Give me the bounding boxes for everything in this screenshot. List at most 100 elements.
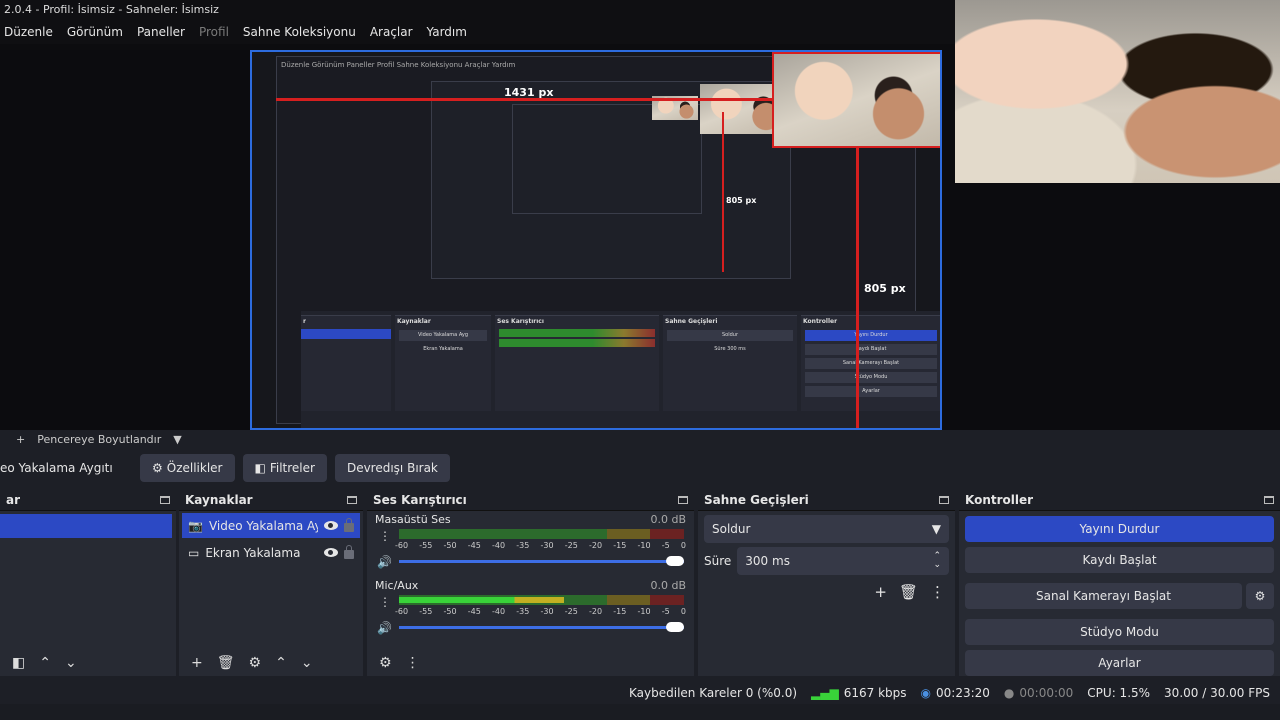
menu-view[interactable]: Görünüm [60,25,130,39]
live-time: 00:23:20 [936,686,990,700]
gear-icon[interactable]: ⚙ [249,655,262,671]
menu-scene-collection[interactable]: Sahne Koleksiyonu [236,25,363,39]
duration-input[interactable]: 300 ms ⌃ ⌄ [737,547,949,575]
lock-icon[interactable] [344,517,354,532]
camera-icon: 📷 [188,518,203,533]
mixer-channel: Mic/Aux 0.0 dB ⋮ -60 -55 -50 -45 -40 -35 -30 -25… [367,577,694,643]
preview-webcam-source[interactable] [772,52,940,148]
more-icon[interactable]: ⋮ [930,583,945,601]
os-taskbar [0,704,1280,720]
start-record-button[interactable]: Kaydı Başlat [965,547,1274,573]
nested-menu: Düzenle Görünüm Paneller Profil Sahne Ko… [281,61,516,69]
chevron-down-icon[interactable]: ▼ [173,433,181,446]
float-icon[interactable] [347,496,357,504]
rec-group: ● 00:00:00 [1004,686,1073,700]
float-icon[interactable] [678,496,688,504]
record-icon: ● [1003,686,1015,700]
trash-icon[interactable]: 🗑 [217,655,235,671]
lock-icon[interactable] [344,544,354,559]
slider-knob[interactable] [666,556,684,566]
add-icon[interactable]: + [874,583,887,601]
mixer-title: Ses Karıştırıcı [373,493,467,507]
menu-docks[interactable]: Paneller [130,25,192,39]
menu-bar: Düzenle Görünüm Paneller Profil Sahne Ko… [0,20,960,44]
controls-title: Kontroller [965,493,1034,507]
distance-label-nested: 805 px [726,196,757,205]
float-icon[interactable] [160,496,170,504]
more-icon[interactable]: ⋮ [379,530,391,542]
cpu-usage: CPU: 1.5% [1087,686,1151,700]
channel-db: 0.0 dB [650,513,686,526]
window-title: 2.0.4 - Profil: İsimsiz - Sahneler: İsim… [0,0,960,20]
properties-button[interactable]: ⚙ Özellikler [140,454,235,482]
fps: 30.00 / 30.00 FPS [1164,686,1270,700]
deactivate-button[interactable]: Devredışı Bırak [334,454,450,482]
settings-button[interactable]: Ayarlar [965,650,1274,676]
sources-dock: Kaynaklar 📷 Video Yakalama Ayg ▭ Ekran Y… [179,490,363,676]
broadcast-icon: ◉ [920,686,931,700]
gear-icon[interactable]: ⚙ [379,655,392,671]
virtual-cam-button[interactable]: Sanal Kamerayı Başlat [965,583,1242,609]
chevron-down-icon: ▼ [931,522,941,536]
nested-screen-capture-3 [512,104,702,214]
scene-item-selected[interactable] [0,514,172,538]
source-item[interactable]: 📷 Video Yakalama Ayg [182,513,360,538]
trash-icon[interactable]: 🗑 [899,583,918,601]
volume-slider[interactable] [399,622,684,632]
channel-name: Mic/Aux [375,579,419,592]
distance-label-vertical: 805 px [864,282,906,295]
filter-icon[interactable]: ◧ [12,655,25,671]
menu-profile[interactable]: Profil [192,25,236,39]
move-down-icon[interactable]: ⌄ [65,655,77,671]
eye-icon[interactable] [324,548,338,557]
menu-edit[interactable]: Düzenle [0,25,60,39]
signal-icon: ▂▄▆ [811,686,839,700]
duration-value: 300 ms [745,554,790,568]
filter-icon: ◧ [254,461,266,475]
speaker-icon[interactable]: 🔊 [377,555,392,569]
resize-to-window[interactable]: Pencereye Boyutlandır [37,433,161,446]
distance-line-vertical [856,148,859,428]
transition-actions: + 🗑 ⋮ [698,575,955,609]
move-up-icon[interactable]: ⌃ [275,655,287,671]
stop-stream-button[interactable]: Yayını Durdur [965,516,1274,542]
filters-button[interactable]: ◧ Filtreler [242,454,327,482]
more-icon[interactable]: ⋮ [406,655,420,671]
gear-icon: ⚙ [152,461,163,475]
mixer-channel: Masaüstü Ses 0.0 dB ⋮ -60 -55 -50 -45 -40 -35-… [367,511,694,577]
stepper-icon[interactable]: ⌃ ⌄ [933,552,941,570]
float-icon[interactable] [939,496,949,504]
distance-line-nested [722,112,724,272]
transition-value: Soldur [712,522,751,536]
move-up-icon[interactable]: ⌃ [39,655,51,671]
menu-tools[interactable]: Araçlar [363,25,420,39]
float-icon[interactable] [1264,496,1274,504]
speaker-icon[interactable]: 🔊 [377,621,392,635]
studio-mode-button[interactable]: Stüdyo Modu [965,619,1274,645]
source-label: Ekran Yakalama [205,545,301,560]
add-button[interactable]: + [16,433,25,446]
slider-knob[interactable] [666,622,684,632]
channel-name: Masaüstü Ses [375,513,451,526]
scenes-title: ar [6,493,21,507]
selected-source-name: eo Yakalama Aygıtı [0,461,113,475]
gear-icon[interactable]: ⚙ [1246,583,1274,609]
transition-select[interactable]: Soldur ▼ [704,515,949,543]
move-down-icon[interactable]: ⌄ [301,655,313,671]
duration-label: Süre [704,554,732,568]
preview-canvas[interactable]: Düzenle Görünüm Paneller Profil Sahne Ko… [250,50,942,430]
volume-meter [399,595,684,605]
monitor-icon: ▭ [188,545,200,560]
menu-help[interactable]: Yardım [420,25,474,39]
virtual-cam-row: Sanal Kamerayı Başlat ⚙ [959,578,1280,614]
volume-slider[interactable] [399,556,684,566]
more-icon[interactable]: ⋮ [379,596,391,608]
source-item[interactable]: ▭ Ekran Yakalama [182,540,360,565]
add-icon[interactable]: + [191,655,203,671]
meter-fill [399,597,565,603]
duration-row: Süre 300 ms ⌃ ⌄ [704,547,949,575]
dropped-frames: Kaybedilen Kareler 0 (%0.0) [629,686,798,700]
live-group: ◉ 00:23:20 [921,686,990,700]
nested-screen-capture-2 [431,81,791,279]
eye-icon[interactable] [324,521,338,530]
